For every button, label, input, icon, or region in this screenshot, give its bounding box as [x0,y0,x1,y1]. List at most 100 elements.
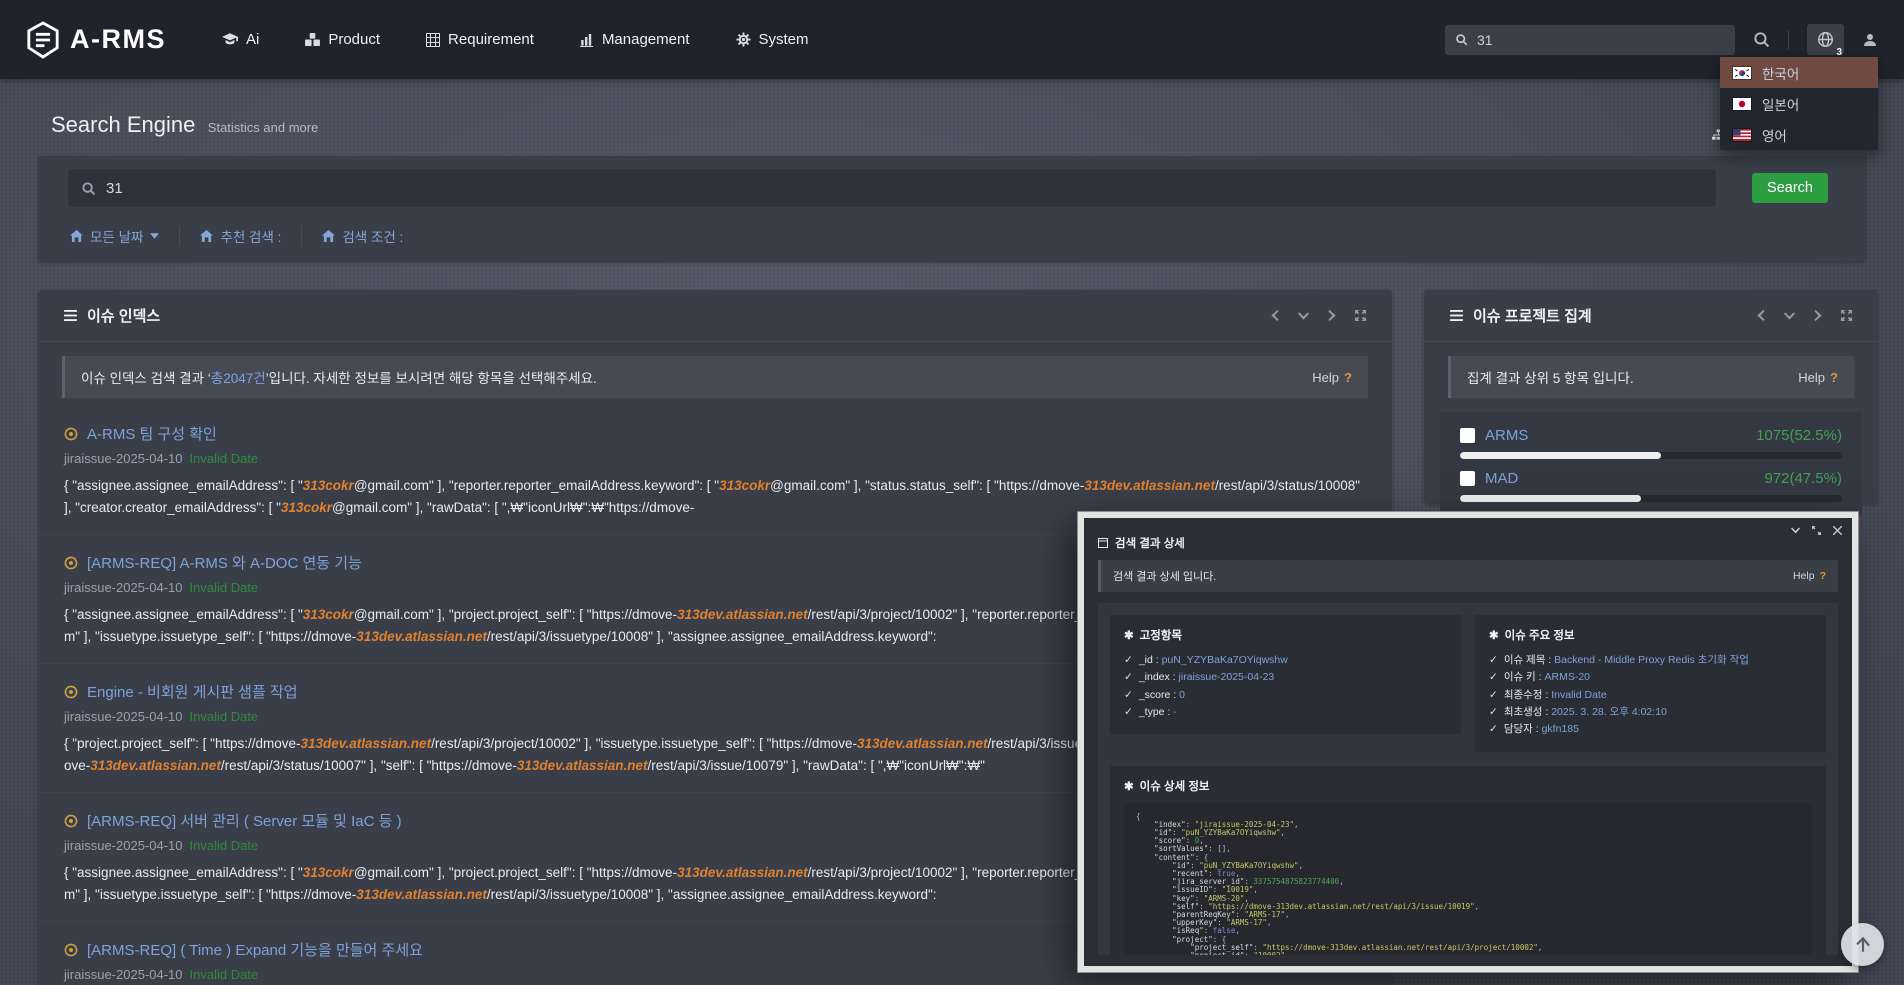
field-value: Invalid Date [1551,689,1606,701]
asterisk-icon: ✱ [1489,628,1499,642]
help-button[interactable]: Help? [1798,370,1838,385]
nav-item-product[interactable]: Product [305,31,380,48]
search-filter-1[interactable]: 추천 검색 : [180,226,302,246]
project-label[interactable]: ARMS [1485,427,1528,444]
language-globe-button[interactable]: 3 [1807,24,1844,55]
navbar-search-box[interactable] [1445,25,1735,55]
main-search-input[interactable] [106,180,1703,197]
aggregation-list: ARMS 1075(52.5%) MAD 972(47.5%) [1440,412,1862,517]
nav-item-label: System [759,31,809,48]
field-value: jiraissue-2025-04-23 [1179,671,1275,683]
project-checkbox[interactable] [1460,428,1475,443]
expand-icon[interactable] [1841,310,1852,321]
result-title-link[interactable]: A-RMS 팀 구성 확인 [64,423,1366,444]
modal-content: ✱고정항목 ✓_id : puN_YZYBaKa7OYiqwshw ✓_inde… [1098,603,1838,955]
project-count: 1075(52.5%) [1756,427,1842,444]
chevron-left-icon[interactable] [1271,310,1279,321]
search-highlight: 313cokr [303,607,354,622]
issue-circle-icon [64,943,78,957]
field-label: _id [1139,654,1153,666]
modal-field: ✓_id : puN_YZYBaKa7OYiqwshw [1124,652,1447,669]
chevron-left-icon[interactable] [1757,310,1765,321]
project-checkbox[interactable] [1460,471,1475,486]
field-label: 최종수정 [1504,689,1543,701]
search-submit-icon[interactable] [1753,31,1770,48]
search-highlight: 313dev.atlassian.net [677,607,808,622]
issue-circle-icon [64,814,78,828]
panel-controls [1271,310,1366,321]
aggregation-info: 집계 결과 상위 5 항목 입니다. Help? [1448,356,1854,398]
lang-option-jp[interactable]: 일본어 [1720,88,1878,119]
search-highlight: 313dev.atlassian.net [857,736,988,751]
chevron-down-icon[interactable] [1784,312,1795,320]
caret-down-icon [150,233,159,239]
us-flag-icon [1733,129,1751,141]
scroll-to-top-button[interactable] [1841,923,1884,966]
question-icon: ? [1344,370,1352,385]
issue-index-info: 이슈 인덱스 검색 결과 ‘총2047건’입니다. 자세한 정보를 보시려면 해… [62,356,1368,398]
jp-flag-icon [1733,98,1751,110]
filter-label: 모든 날짜 [90,226,143,246]
modal-titlebar[interactable]: 검색 결과 상세 [1084,518,1852,558]
nav-item-requirement[interactable]: Requirement [426,31,534,48]
search-filter-2[interactable]: 검색 조건 : [302,226,423,246]
check-icon: ✓ [1124,654,1133,666]
language-dropdown: 한국어 일본어 영어 [1720,57,1878,150]
nav-item-label: Ai [246,31,259,48]
close-icon[interactable] [1833,526,1842,535]
house-icon [70,230,83,242]
check-icon: ✓ [1489,689,1498,701]
help-button[interactable]: Help? [1793,570,1826,582]
issue-circle-icon [64,427,78,441]
search-panel: Search 모든 날짜 추천 검색 : 검색 조건 : [38,156,1866,262]
main-menu: Ai Product Requirement Management System [222,31,809,48]
project-label[interactable]: MAD [1485,470,1518,487]
aggregation-row: ARMS 1075(52.5%) [1460,427,1842,459]
question-icon: ? [1820,570,1826,582]
check-icon: ✓ [1489,706,1498,718]
chevron-down-icon[interactable] [1298,312,1309,320]
field-label: 이슈 키 [1504,671,1536,683]
search-highlight: 313cokr [303,478,354,493]
search-highlight: 313cokr [719,478,770,493]
navbar-search-input[interactable] [1477,32,1725,48]
field-label: 최초생성 [1504,706,1543,718]
aggregation-row: MAD 972(47.5%) [1460,470,1842,502]
brand-logo[interactable]: A-RMS [26,21,166,59]
modal-field: ✓_index : jiraissue-2025-04-23 [1124,669,1447,686]
search-highlight: 313dev.atlassian.net [677,865,808,880]
arms-logo-icon [26,21,60,59]
modal-field: ✓이슈 키 : ARMS-20 [1489,669,1812,686]
panel-controls [1757,310,1852,321]
help-button[interactable]: Help? [1312,370,1352,385]
lang-option-us[interactable]: 영어 [1720,119,1878,150]
issue-detail-json-code[interactable]: { "index": "jiraissue-2025-04-23", "id":… [1124,803,1812,955]
result-title-text: A-RMS 팀 구성 확인 [87,423,217,444]
maximize-icon[interactable] [1812,526,1821,535]
field-label: _type [1139,706,1165,718]
search-highlight: 313cokr [303,865,354,880]
search-filter-0[interactable]: 모든 날짜 [68,226,180,246]
panel-title: 이슈 프로젝트 집계 [1450,305,1592,326]
lang-option-kr[interactable]: 한국어 [1720,57,1878,88]
modal-field: ✓_type : - [1124,704,1447,721]
result-invalid-date: Invalid Date [190,709,259,724]
nav-item-management[interactable]: Management [580,31,690,48]
expand-icon[interactable] [1355,310,1366,321]
nav-item-ai[interactable]: Ai [222,31,259,48]
result-index-name: jiraissue-2025-04-10 [64,838,183,853]
user-icon[interactable] [1862,32,1878,48]
chevron-right-icon[interactable] [1814,310,1822,321]
main-search-box[interactable] [68,169,1716,207]
house-icon [322,230,335,242]
nav-item-system[interactable]: System [736,31,809,48]
info-text: 이슈 인덱스 검색 결과 ‘총2047건’입니다. 자세한 정보를 보시려면 해… [81,367,597,387]
result-title-text: [ARMS-REQ] ( Time ) Expand 기능을 만들어 주세요 [87,939,423,960]
minimize-chevron-icon[interactable] [1791,527,1800,534]
top-navbar: A-RMS Ai Product Requirement Management … [0,0,1904,79]
navbar-right: 3 [1445,24,1878,55]
result-index-name: jiraissue-2025-04-10 [64,709,183,724]
search-button[interactable]: Search [1752,173,1828,203]
chevron-right-icon[interactable] [1328,310,1336,321]
result-title-text: Engine - 비회원 게시판 샘플 작업 [87,681,298,702]
